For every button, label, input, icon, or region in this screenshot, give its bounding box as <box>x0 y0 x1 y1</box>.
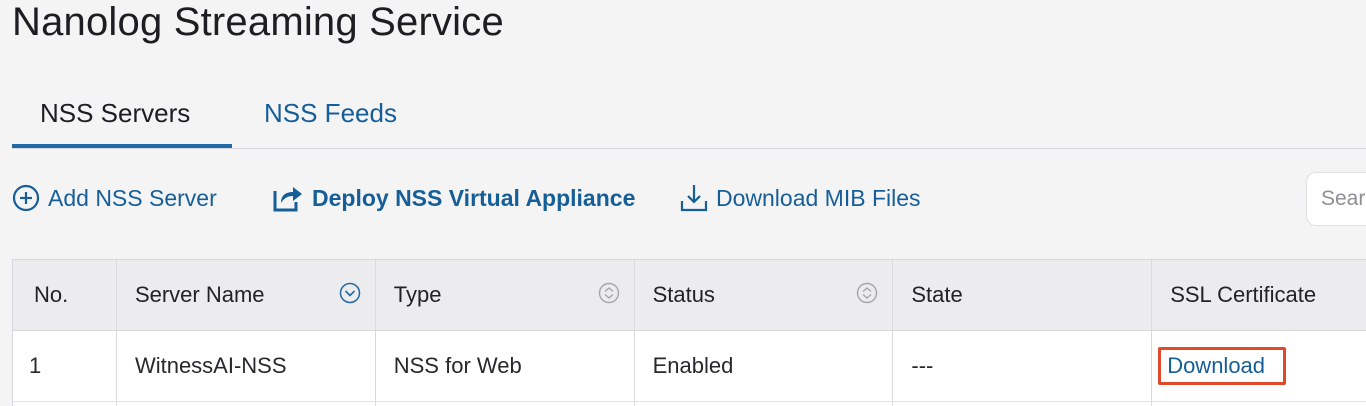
tab-nss-feeds[interactable]: NSS Feeds <box>264 90 397 148</box>
add-nss-server-label: Add NSS Server <box>48 184 217 211</box>
partial-cell <box>376 402 635 406</box>
download-mib-label: Download MIB Files <box>716 184 921 211</box>
column-header-ssl-certificate: SSL Certificate <box>1170 282 1317 307</box>
column-header-server-name[interactable]: Server Name <box>117 260 376 330</box>
deploy-nss-label: Deploy NSS Virtual Appliance <box>312 184 636 211</box>
column-header-type[interactable]: Type <box>376 260 635 330</box>
column-header-state: State <box>893 260 1153 330</box>
download-certificate-link[interactable]: Download <box>1158 347 1287 385</box>
table-row-partial <box>13 402 1366 406</box>
plus-circle-icon <box>12 184 40 212</box>
chevron-down-circle-icon[interactable] <box>339 282 361 304</box>
cell-type: NSS for Web <box>376 331 635 401</box>
cell-state: --- <box>893 331 1153 401</box>
table-header-row: No. Server Name Type Status State SSL Ce… <box>13 260 1366 331</box>
download-mib-files-button[interactable]: Download MIB Files <box>680 178 921 218</box>
page: Nanolog Streaming Service NSS Servers NS… <box>0 0 1366 406</box>
partial-cell <box>1152 402 1366 406</box>
sort-icon[interactable] <box>598 282 620 304</box>
cell-no: 1 <box>13 331 117 401</box>
partial-cell <box>635 402 894 406</box>
nss-servers-table: No. Server Name Type Status State SSL Ce… <box>12 259 1366 406</box>
share-export-icon <box>273 187 302 212</box>
add-nss-server-button[interactable]: Add NSS Server <box>12 178 217 218</box>
page-title: Nanolog Streaming Service <box>12 0 504 44</box>
column-header-no: No. <box>13 260 117 330</box>
deploy-nss-virtual-appliance-button[interactable]: Deploy NSS Virtual Appliance <box>272 178 635 218</box>
search-input[interactable] <box>1306 172 1366 226</box>
partial-cell <box>893 402 1153 406</box>
tab-nss-servers[interactable]: NSS Servers <box>12 90 232 148</box>
cell-status: Enabled <box>635 331 894 401</box>
table-row: 1 WitnessAI-NSS NSS for Web Enabled --- … <box>13 331 1366 402</box>
cell-ssl-certificate: Download <box>1152 331 1366 401</box>
cell-server-name: WitnessAI-NSS <box>117 331 376 401</box>
download-icon <box>680 185 708 212</box>
column-header-status[interactable]: Status <box>635 260 894 330</box>
partial-cell <box>13 402 117 406</box>
toolbar: Add NSS Server Deploy NSS Virtual Applia… <box>12 178 1366 218</box>
tab-bar: NSS Servers NSS Feeds <box>12 90 1366 149</box>
partial-cell <box>117 402 376 406</box>
sort-icon[interactable] <box>856 282 878 304</box>
